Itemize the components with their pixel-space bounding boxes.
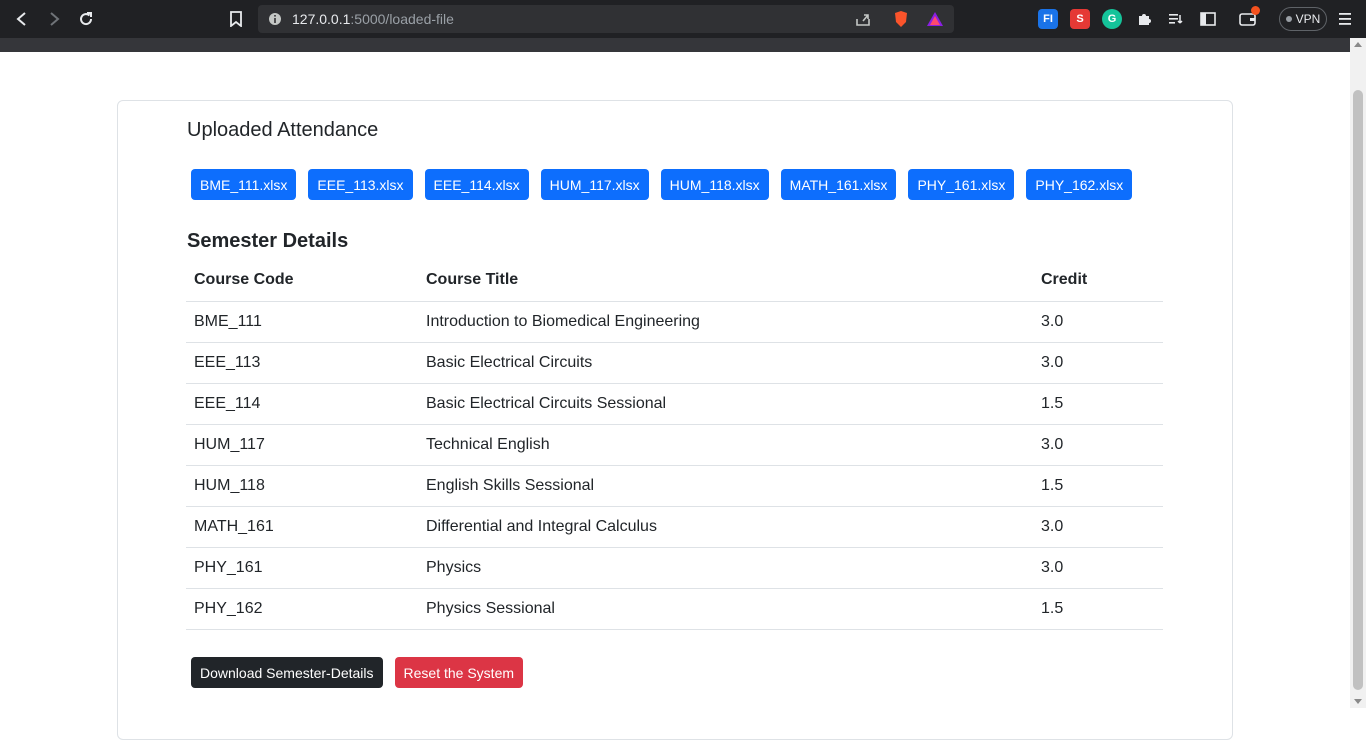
table-row: PHY_161 Physics 3.0 [186, 547, 1163, 589]
download-semester-details-button[interactable]: Download Semester-Details [191, 657, 383, 688]
reading-list-icon[interactable] [1166, 9, 1186, 29]
column-header-course-code: Course Code [186, 260, 418, 302]
table-row: EEE_113 Basic Electrical Circuits 3.0 [186, 342, 1163, 384]
s-extension-icon[interactable]: S [1070, 9, 1090, 29]
course-title-cell: Physics [418, 547, 1033, 589]
table-row: HUM_117 Technical English 3.0 [186, 424, 1163, 466]
site-info-icon[interactable] [266, 10, 284, 28]
menu-icon[interactable] [1335, 9, 1355, 29]
uploaded-attendance-heading: Uploaded Attendance [187, 119, 379, 141]
attendance-file-list: BME_111.xlsx EEE_113.xlsx EEE_114.xlsx H… [191, 169, 1133, 200]
brave-rewards-icon[interactable] [926, 10, 944, 28]
scroll-up-icon[interactable] [1354, 42, 1362, 47]
sidebar-icon[interactable] [1198, 9, 1218, 29]
wallet-icon[interactable] [1238, 6, 1260, 29]
reset-system-button[interactable]: Reset the System [394, 657, 524, 688]
credit-cell: 3.0 [1033, 342, 1163, 384]
address-bar[interactable]: 127.0.0.1:5000/loaded-file [258, 5, 954, 33]
file-button-hum-117[interactable]: HUM_117.xlsx [540, 169, 649, 200]
file-button-hum-118[interactable]: HUM_118.xlsx [660, 169, 769, 200]
course-code-cell: PHY_161 [186, 547, 418, 589]
credit-cell: 3.0 [1033, 547, 1163, 589]
course-code-cell: PHY_162 [186, 588, 418, 630]
course-title-cell: Basic Electrical Circuits [418, 342, 1033, 384]
semester-table: Course Code Course Title Credit BME_111 … [186, 260, 1163, 630]
extensions-puzzle-icon[interactable] [1134, 9, 1154, 29]
credit-cell: 1.5 [1033, 465, 1163, 507]
scroll-down-icon[interactable] [1354, 699, 1362, 704]
table-row: PHY_162 Physics Sessional 1.5 [186, 588, 1163, 630]
url-text[interactable]: 127.0.0.1:5000/loaded-file [292, 11, 454, 27]
scroll-thumb[interactable] [1353, 90, 1363, 690]
course-code-cell: HUM_118 [186, 465, 418, 507]
bookmark-icon[interactable] [225, 8, 247, 30]
credit-cell: 3.0 [1033, 301, 1163, 343]
browser-toolbar: 127.0.0.1:5000/loaded-file FI S G VPN [0, 0, 1366, 38]
file-button-phy-161[interactable]: PHY_161.xlsx [908, 169, 1015, 200]
column-header-credit: Credit [1033, 260, 1163, 302]
credit-cell: 3.0 [1033, 424, 1163, 466]
notification-dot [1251, 6, 1260, 15]
table-header-row: Course Code Course Title Credit [186, 260, 1163, 302]
back-icon[interactable] [11, 8, 33, 30]
course-title-cell: Technical English [418, 424, 1033, 466]
course-code-cell: EEE_113 [186, 342, 418, 384]
course-title-cell: Basic Electrical Circuits Sessional [418, 383, 1033, 425]
table-row: MATH_161 Differential and Integral Calcu… [186, 506, 1163, 548]
fi-extension-icon[interactable]: FI [1038, 9, 1058, 29]
course-code-cell: EEE_114 [186, 383, 418, 425]
vpn-button[interactable]: VPN [1279, 7, 1327, 31]
share-icon[interactable] [854, 10, 872, 28]
page-scrollbar[interactable] [1350, 38, 1366, 708]
file-button-eee-114[interactable]: EEE_114.xlsx [424, 169, 529, 200]
grammarly-icon[interactable]: G [1102, 9, 1122, 29]
course-title-cell: Introduction to Biomedical Engineering [418, 301, 1033, 343]
file-button-math-161[interactable]: MATH_161.xlsx [780, 169, 897, 200]
table-row: BME_111 Introduction to Biomedical Engin… [186, 301, 1163, 343]
file-button-phy-162[interactable]: PHY_162.xlsx [1026, 169, 1133, 200]
table-row: HUM_118 English Skills Sessional 1.5 [186, 465, 1163, 507]
semester-details-heading: Semester Details [187, 230, 349, 252]
course-code-cell: BME_111 [186, 301, 418, 343]
course-code-cell: MATH_161 [186, 506, 418, 548]
reload-icon[interactable] [75, 8, 97, 30]
table-row: EEE_114 Basic Electrical Circuits Sessio… [186, 383, 1163, 425]
brave-shields-icon[interactable] [892, 10, 910, 28]
course-code-cell: HUM_117 [186, 424, 418, 466]
course-title-cell: Differential and Integral Calculus [418, 506, 1033, 548]
vpn-label: VPN [1295, 12, 1321, 26]
credit-cell: 3.0 [1033, 506, 1163, 548]
column-header-course-title: Course Title [418, 260, 1033, 302]
file-button-bme-111[interactable]: BME_111.xlsx [191, 169, 297, 200]
page-header-strip [0, 38, 1350, 52]
course-title-cell: Physics Sessional [418, 588, 1033, 630]
file-button-eee-113[interactable]: EEE_113.xlsx [308, 169, 413, 200]
credit-cell: 1.5 [1033, 383, 1163, 425]
course-title-cell: English Skills Sessional [418, 465, 1033, 507]
credit-cell: 1.5 [1033, 588, 1163, 630]
action-buttons: Download Semester-Details Reset the Syst… [191, 657, 524, 688]
forward-icon[interactable] [43, 8, 65, 30]
vpn-status-icon [1285, 16, 1292, 22]
